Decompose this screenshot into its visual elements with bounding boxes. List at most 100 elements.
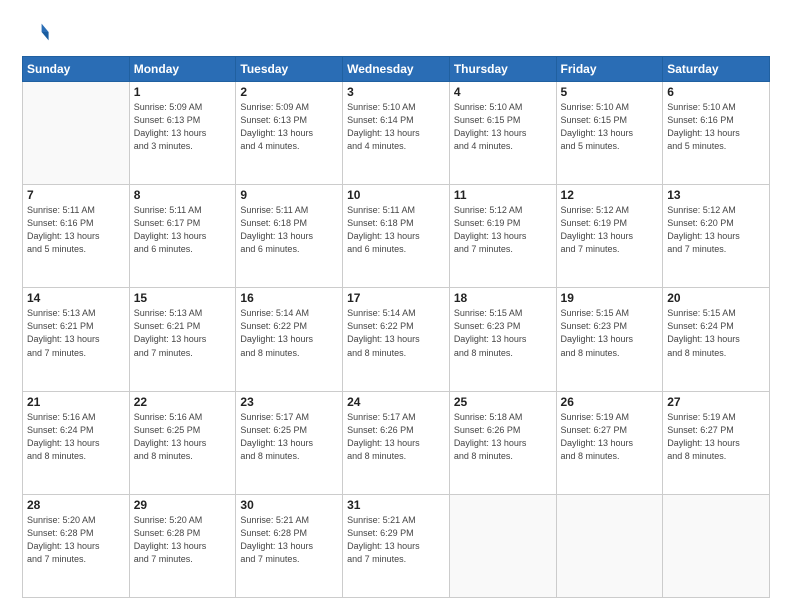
day-number: 14 [27,291,125,305]
weekday-header: Monday [129,57,236,82]
day-info: Sunrise: 5:17 AM Sunset: 6:25 PM Dayligh… [240,411,338,463]
day-number: 21 [27,395,125,409]
day-number: 12 [561,188,659,202]
calendar-cell: 3Sunrise: 5:10 AM Sunset: 6:14 PM Daylig… [343,82,450,185]
page: SundayMondayTuesdayWednesdayThursdayFrid… [0,0,792,612]
day-number: 31 [347,498,445,512]
day-info: Sunrise: 5:20 AM Sunset: 6:28 PM Dayligh… [27,514,125,566]
day-number: 9 [240,188,338,202]
logo-icon [22,18,50,46]
logo [22,18,54,46]
calendar-cell: 11 Sunrise: 5:12 AM Sunset: 6:19 PM Dayli… [449,185,556,288]
calendar-cell: 15 Sunrise: 5:13 AM Sunset: 6:21 PM Dayli… [129,288,236,391]
day-info: Sunrise: 5:21 AM Sunset: 6:29 PM Dayligh… [347,514,445,566]
calendar-week-row: 21 Sunrise: 5:16 AM Sunset: 6:24 PM Dayli… [23,391,770,494]
header [22,18,770,46]
day-number: 17 [347,291,445,305]
calendar-cell: 9Sunrise: 5:11 AM Sunset: 6:18 PM Daylig… [236,185,343,288]
day-number: 8 [134,188,232,202]
day-info: Sunrise: 5:15 AM Sunset: 6:23 PM Dayligh… [561,307,659,359]
day-info: Sunrise: 5:14 AM Sunset: 6:22 PM Dayligh… [347,307,445,359]
calendar-cell [556,494,663,597]
calendar-cell: 23 Sunrise: 5:17 AM Sunset: 6:25 PM Dayli… [236,391,343,494]
day-number: 30 [240,498,338,512]
calendar-cell: 24 Sunrise: 5:17 AM Sunset: 6:26 PM Dayli… [343,391,450,494]
day-info: Sunrise: 5:09 AM Sunset: 6:13 PM Dayligh… [134,101,232,153]
day-info: Sunrise: 5:15 AM Sunset: 6:24 PM Dayligh… [667,307,765,359]
calendar-week-row: 7 Sunrise: 5:11 AM Sunset: 6:16 PM Daylig… [23,185,770,288]
day-number: 15 [134,291,232,305]
calendar-table: SundayMondayTuesdayWednesdayThursdayFrid… [22,56,770,598]
day-number: 1 [134,85,232,99]
day-info: Sunrise: 5:12 AM Sunset: 6:19 PM Dayligh… [454,204,552,256]
day-number: 26 [561,395,659,409]
day-number: 11 [454,188,552,202]
day-info: Sunrise: 5:10 AM Sunset: 6:16 PM Dayligh… [667,101,765,153]
weekday-header: Thursday [449,57,556,82]
calendar-cell: 30 Sunrise: 5:21 AM Sunset: 6:28 PM Dayli… [236,494,343,597]
calendar-cell: 6 Sunrise: 5:10 AM Sunset: 6:16 PM Daylig… [663,82,770,185]
day-number: 10 [347,188,445,202]
calendar-cell: 16 Sunrise: 5:14 AM Sunset: 6:22 PM Dayli… [236,288,343,391]
day-number: 24 [347,395,445,409]
calendar-cell [23,82,130,185]
weekday-header: Friday [556,57,663,82]
weekday-header: Wednesday [343,57,450,82]
calendar-cell [449,494,556,597]
day-number: 27 [667,395,765,409]
day-info: Sunrise: 5:09 AM Sunset: 6:13 PM Dayligh… [240,101,338,153]
day-info: Sunrise: 5:10 AM Sunset: 6:15 PM Dayligh… [454,101,552,153]
calendar-cell: 20Sunrise: 5:15 AM Sunset: 6:24 PM Dayli… [663,288,770,391]
calendar-cell: 8 Sunrise: 5:11 AM Sunset: 6:17 PM Daylig… [129,185,236,288]
calendar-cell: 17 Sunrise: 5:14 AM Sunset: 6:22 PM Dayli… [343,288,450,391]
calendar-cell: 28Sunrise: 5:20 AM Sunset: 6:28 PM Dayli… [23,494,130,597]
calendar-cell: 12 Sunrise: 5:12 AM Sunset: 6:19 PM Dayli… [556,185,663,288]
calendar-cell [663,494,770,597]
calendar-cell: 4 Sunrise: 5:10 AM Sunset: 6:15 PM Daylig… [449,82,556,185]
calendar-cell: 26Sunrise: 5:19 AM Sunset: 6:27 PM Dayli… [556,391,663,494]
day-number: 13 [667,188,765,202]
day-number: 4 [454,85,552,99]
calendar-cell: 31 Sunrise: 5:21 AM Sunset: 6:29 PM Dayli… [343,494,450,597]
day-info: Sunrise: 5:12 AM Sunset: 6:19 PM Dayligh… [561,204,659,256]
day-info: Sunrise: 5:11 AM Sunset: 6:16 PM Dayligh… [27,204,125,256]
calendar-week-row: 1 Sunrise: 5:09 AM Sunset: 6:13 PM Daylig… [23,82,770,185]
day-number: 7 [27,188,125,202]
day-number: 6 [667,85,765,99]
weekday-header: Saturday [663,57,770,82]
day-info: Sunrise: 5:12 AM Sunset: 6:20 PM Dayligh… [667,204,765,256]
day-number: 29 [134,498,232,512]
calendar-cell: 2 Sunrise: 5:09 AM Sunset: 6:13 PM Daylig… [236,82,343,185]
calendar-cell: 29 Sunrise: 5:20 AM Sunset: 6:28 PM Dayli… [129,494,236,597]
day-number: 23 [240,395,338,409]
calendar-week-row: 28Sunrise: 5:20 AM Sunset: 6:28 PM Dayli… [23,494,770,597]
calendar-cell: 5 Sunrise: 5:10 AM Sunset: 6:15 PM Daylig… [556,82,663,185]
day-info: Sunrise: 5:21 AM Sunset: 6:28 PM Dayligh… [240,514,338,566]
day-info: Sunrise: 5:14 AM Sunset: 6:22 PM Dayligh… [240,307,338,359]
day-info: Sunrise: 5:13 AM Sunset: 6:21 PM Dayligh… [134,307,232,359]
calendar-cell: 7 Sunrise: 5:11 AM Sunset: 6:16 PM Daylig… [23,185,130,288]
day-info: Sunrise: 5:16 AM Sunset: 6:25 PM Dayligh… [134,411,232,463]
weekday-header: Sunday [23,57,130,82]
calendar-cell: 13 Sunrise: 5:12 AM Sunset: 6:20 PM Dayli… [663,185,770,288]
day-info: Sunrise: 5:20 AM Sunset: 6:28 PM Dayligh… [134,514,232,566]
day-info: Sunrise: 5:15 AM Sunset: 6:23 PM Dayligh… [454,307,552,359]
day-info: Sunrise: 5:16 AM Sunset: 6:24 PM Dayligh… [27,411,125,463]
day-info: Sunrise: 5:18 AM Sunset: 6:26 PM Dayligh… [454,411,552,463]
day-number: 18 [454,291,552,305]
day-info: Sunrise: 5:13 AM Sunset: 6:21 PM Dayligh… [27,307,125,359]
day-number: 5 [561,85,659,99]
calendar-cell: 25Sunrise: 5:18 AM Sunset: 6:26 PM Dayli… [449,391,556,494]
calendar-cell: 19 Sunrise: 5:15 AM Sunset: 6:23 PM Dayli… [556,288,663,391]
calendar-week-row: 14 Sunrise: 5:13 AM Sunset: 6:21 PM Dayli… [23,288,770,391]
day-number: 16 [240,291,338,305]
day-info: Sunrise: 5:17 AM Sunset: 6:26 PM Dayligh… [347,411,445,463]
day-number: 22 [134,395,232,409]
day-number: 2 [240,85,338,99]
day-number: 19 [561,291,659,305]
calendar-cell: 1 Sunrise: 5:09 AM Sunset: 6:13 PM Daylig… [129,82,236,185]
day-info: Sunrise: 5:10 AM Sunset: 6:15 PM Dayligh… [561,101,659,153]
calendar-cell: 18 Sunrise: 5:15 AM Sunset: 6:23 PM Dayli… [449,288,556,391]
weekday-header: Tuesday [236,57,343,82]
day-info: Sunrise: 5:11 AM Sunset: 6:17 PM Dayligh… [134,204,232,256]
